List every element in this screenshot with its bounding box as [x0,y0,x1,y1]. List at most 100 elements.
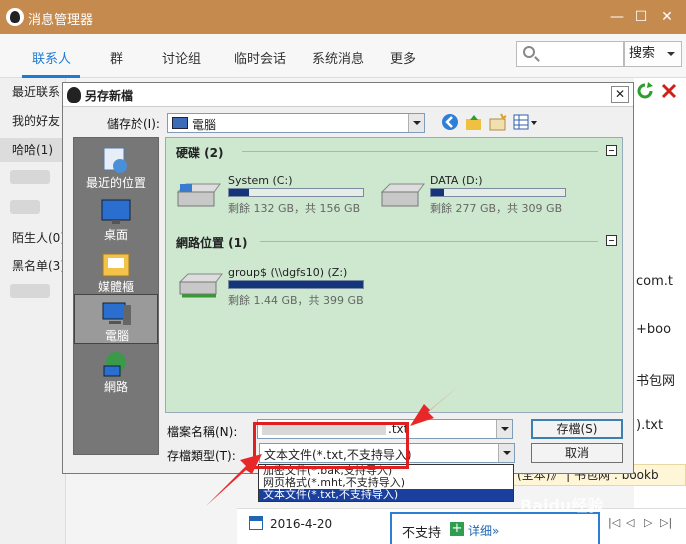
computer-icon [172,117,188,129]
place-recent[interactable]: 最近的位置 [74,142,158,192]
minimize-button[interactable]: — [606,6,628,28]
save-in-value: 電腦 [192,118,217,132]
dialog-title-bar: 另存新檔 ✕ [63,83,633,107]
library-icon [102,253,130,277]
first-page-button[interactable]: |◁ [608,516,620,529]
place-label: 電腦 [104,329,129,343]
contact-sidebar: 最近联系 我的好友 哈哈(1) 陌生人(0) 黑名单(3) [0,78,66,544]
prev-page-button[interactable]: ◁ [626,516,634,529]
place-label: 網路 [103,380,128,394]
sidebar-item-haha[interactable]: 哈哈(1) [0,138,66,162]
back-icon[interactable] [441,113,459,131]
refresh-icon[interactable] [636,82,654,100]
maximize-button[interactable]: ☐ [630,6,652,28]
filetype-label: 存檔類型(T): [167,449,236,463]
place-computer[interactable]: 電腦 [74,294,158,344]
blurred-contact [10,284,50,298]
save-in-dropdown[interactable]: 電腦 [167,113,425,133]
drive-d-usage-fill [431,189,445,196]
qq-logo-icon [67,87,81,103]
place-desktop[interactable]: 桌面 [74,194,158,244]
hard-drive-icon [380,183,425,207]
title-bar: 消息管理器 — ☐ ✕ [0,0,686,34]
search-icon [523,46,535,58]
filetype-option-txt[interactable]: 文本文件(*.txt,不支持导入) [259,489,513,501]
filetype-options-list: 加密文件(*.bak,支持导入) 网页格式(*.mht,不支持导入) 文本文件(… [258,464,514,502]
chevron-down-icon [496,420,512,438]
message-fragment: 书包网 [636,374,676,389]
drive-d-usage-bar [430,188,566,197]
calendar-icon[interactable] [249,516,263,530]
search-button-label: 搜索 [629,46,656,61]
blurred-contact [10,170,50,184]
dialog-title: 另存新檔 [85,89,134,103]
save-in-label: 儲存於(I): [107,117,160,131]
drive-z-usage-fill [229,281,363,288]
new-folder-icon[interactable] [489,113,507,131]
chevron-down-icon [667,52,675,60]
message-fragment: +boo [636,322,672,337]
cancel-button[interactable]: 取消 [531,443,623,463]
save-button[interactable]: 存檔(S) [531,419,623,439]
drive-c-usage-bar [228,188,364,197]
chevron-down-icon [408,114,424,132]
date-label: 2016-4-20 [270,517,333,531]
hard-drive-icon [176,183,221,207]
desktop-icon [101,199,131,224]
sidebar-item-friends[interactable]: 我的好友 [0,109,66,133]
collapse-network-button[interactable] [606,235,617,246]
chevron-down-icon [498,444,514,462]
not-support-text: 不支持 [402,526,442,541]
collapse-disks-button[interactable] [606,145,617,156]
drive-z-free: 剩餘 1.44 GB，共 399 GB [228,294,364,307]
place-libraries[interactable]: 媒體櫃 [74,246,158,296]
group-divider [260,241,598,242]
watermark: Baidu经验 [520,496,604,515]
computer-icon [102,302,131,325]
detail-link[interactable]: 详细» [468,522,499,539]
close-button[interactable]: ✕ [656,6,678,28]
sidebar-item-recent[interactable]: 最近联系 [0,80,66,104]
save-as-dialog: 另存新檔 ✕ 儲存於(I): 電腦 最近的位置 桌面 媒體櫃 電腦 網路 硬碟 … [62,82,634,474]
app-title: 消息管理器 [28,13,94,28]
highlight-box [253,422,409,469]
tab-contacts[interactable]: 联系人 [32,48,71,67]
disks-group-header: 硬碟 (2) [176,146,224,160]
tab-groups[interactable]: 群 [110,48,123,67]
delete-icon[interactable] [660,82,678,100]
tab-discussions[interactable]: 讨论组 [162,48,201,67]
filename-label: 檔案名稱(N): [167,425,238,439]
dialog-close-button[interactable]: ✕ [611,86,629,103]
view-menu-icon[interactable] [513,113,539,131]
place-label: 最近的位置 [85,176,146,190]
network-group-header: 網路位置 (1) [176,236,248,250]
group-divider [242,151,598,152]
tab-temp-sessions[interactable]: 临时会话 [234,48,286,67]
next-page-button[interactable]: ▷ [644,516,652,529]
sidebar-item-strangers[interactable]: 陌生人(0) [0,226,66,250]
message-fragment: ).txt [636,418,664,433]
drive-d-name: DATA (D:) [430,174,483,187]
drive-c-name: System (C:) [228,174,293,187]
tab-system-messages[interactable]: 系统消息 [312,48,364,67]
qq-logo-icon [6,8,24,26]
sidebar-item-blacklist[interactable]: 黑名单(3) [0,254,66,278]
tab-more[interactable]: 更多 [390,48,416,67]
export-hint-box: 不支持 + 详细» [390,512,600,544]
network-drive-icon [178,273,223,298]
network-icon [103,352,126,377]
drive-d-free: 剩餘 277 GB，共 309 GB [430,202,563,215]
recent-places-icon [103,147,127,173]
up-folder-icon[interactable] [465,113,483,131]
last-page-button[interactable]: ▷| [660,516,672,529]
blurred-contact [10,200,40,214]
drive-z-usage-bar [228,280,364,289]
drive-c-free: 剩餘 132 GB，共 156 GB [228,202,361,215]
file-list-pane: 硬碟 (2) System (C:) 剩餘 132 GB，共 156 GB DA… [165,137,623,413]
search-button[interactable]: 搜索 [624,41,682,67]
place-network[interactable]: 網路 [74,346,158,396]
place-label: 桌面 [103,228,128,242]
plus-icon: + [450,521,464,536]
search-input[interactable] [516,41,624,67]
drive-c-usage-fill [229,189,250,196]
